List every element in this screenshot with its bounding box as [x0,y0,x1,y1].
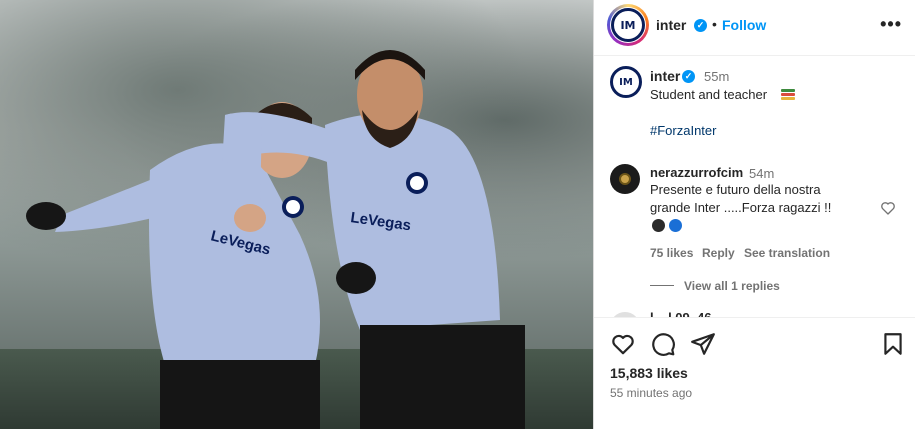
caption-text: Student and teacher [650,87,768,102]
post-header: IM inter ✓ • Follow ••• [594,0,915,56]
heart-icon[interactable] [610,331,636,357]
separator-dot: • [712,16,717,32]
comment-like-heart-icon[interactable] [880,200,896,216]
comment-text-line2: grande Inter .....Forza ragazzi !! [650,200,832,215]
more-options-icon[interactable]: ••• [880,14,902,35]
post-dialog: LeVegas LeVegas IM inter ✓ • Follow ••• … [0,0,915,429]
post-time-ago[interactable]: 55 minutes ago [610,386,692,400]
see-translation-button[interactable]: See translation [744,246,830,260]
commenter-avatar[interactable] [610,164,640,194]
comment-time[interactable]: 54m [749,166,774,181]
reply-button[interactable]: Reply [702,246,735,260]
blue-circle-emoji-icon [669,219,682,232]
caption-avatar-inter-logo-icon[interactable]: IM [610,66,642,98]
players-illustration: LeVegas LeVegas [26,50,525,429]
caption-username[interactable]: inter [650,68,680,84]
story-avatar[interactable]: IM [607,4,649,46]
post-actions: 15,883 likes 55 minutes ago [594,317,915,429]
comment-icon[interactable] [650,331,676,357]
caption-time[interactable]: 55m [704,69,729,84]
replies-divider [650,285,674,286]
post-photo[interactable]: LeVegas LeVegas [0,0,593,429]
comment-username[interactable]: nerazzurrofcim [650,165,743,180]
hashtag-link[interactable]: #ForzaInter [650,123,716,138]
likes-count[interactable]: 15,883 likes [610,365,688,381]
follow-button[interactable]: Follow [722,17,766,33]
bookmark-icon[interactable] [880,331,906,357]
inter-logo-icon: IM [611,8,645,42]
comment-text-line1: Presente e futuro della nostra [650,182,821,197]
comment-likes[interactable]: 75 likes [650,246,693,260]
books-emoji-icon [781,89,795,101]
black-circle-emoji-icon [652,219,665,232]
view-replies-button[interactable]: View all 1 replies [684,279,780,293]
share-icon[interactable] [690,331,716,357]
comments-panel: IM inter ✓ • Follow ••• IM inter ✓ 55m S… [593,0,915,429]
verified-badge-icon: ✓ [694,19,707,32]
header-username[interactable]: inter [656,17,686,33]
verified-badge-icon: ✓ [682,70,695,83]
